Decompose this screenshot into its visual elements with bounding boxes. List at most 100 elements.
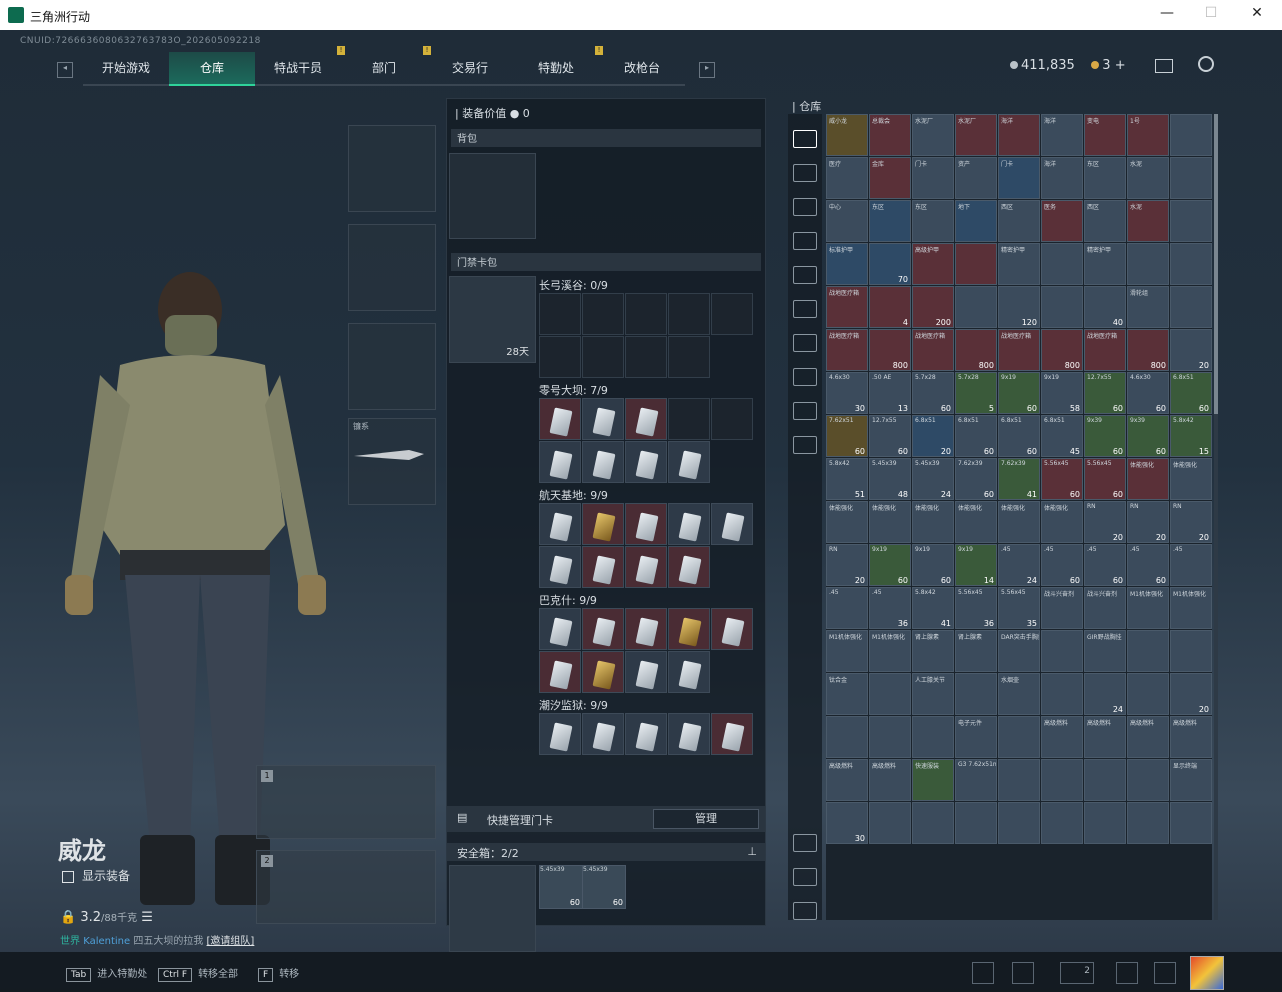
- warehouse-item[interactable]: 水泥: [1127, 200, 1169, 242]
- warehouse-item[interactable]: 西区: [1084, 200, 1126, 242]
- warehouse-item[interactable]: 战地医疗箱: [826, 329, 868, 371]
- warehouse-item[interactable]: 资产: [955, 157, 997, 199]
- warehouse-item[interactable]: .45 24: [998, 544, 1040, 586]
- warehouse-item[interactable]: 肾上腺素: [955, 630, 997, 672]
- warehouse-item[interactable]: 钛合金: [826, 673, 868, 715]
- warehouse-item[interactable]: .45 60: [1084, 544, 1126, 586]
- warehouse-item[interactable]: 体能强化: [955, 501, 997, 543]
- empty-card-slot[interactable]: [539, 293, 581, 335]
- minimize-button[interactable]: —: [1152, 5, 1182, 25]
- warehouse-item[interactable]: 4: [869, 286, 911, 328]
- warehouse-item[interactable]: 精密护甲: [1084, 243, 1126, 285]
- attachments-category-icon[interactable]: [793, 198, 817, 216]
- maximize-button[interactable]: ☐: [1196, 5, 1226, 25]
- warehouse-item[interactable]: 800: [1041, 329, 1083, 371]
- warehouse-item[interactable]: 800: [869, 329, 911, 371]
- keycard-item[interactable]: [625, 713, 667, 755]
- warehouse-item[interactable]: 9x39 60: [1084, 415, 1126, 457]
- keys-category-icon[interactable]: [793, 334, 817, 352]
- stats-icon[interactable]: [972, 962, 994, 984]
- ammo-item[interactable]: 5.45x39 60: [539, 865, 583, 909]
- warehouse-item[interactable]: 海洋: [1041, 157, 1083, 199]
- warehouse-item[interactable]: 威小龙: [826, 114, 868, 156]
- warehouse-item[interactable]: 高级护甲: [912, 243, 954, 285]
- warehouse-item[interactable]: 肾上腺素: [912, 630, 954, 672]
- warehouse-item[interactable]: 6.8x51 60: [998, 415, 1040, 457]
- warehouse-item[interactable]: 战地医疗箱: [912, 329, 954, 371]
- warehouse-item[interactable]: 西区: [998, 200, 1040, 242]
- ammo-item[interactable]: 5.45x39 60: [582, 865, 626, 909]
- warehouse-item[interactable]: 9x19 60: [912, 544, 954, 586]
- sort-icon[interactable]: [793, 834, 817, 852]
- keycard-item[interactable]: [668, 546, 710, 588]
- warehouse-item[interactable]: .45: [1170, 544, 1212, 586]
- keycard-item[interactable]: [539, 651, 581, 693]
- warehouse-item[interactable]: [1170, 114, 1212, 156]
- transfer-icon[interactable]: [793, 902, 817, 920]
- warehouse-item[interactable]: 高级燃料: [1170, 716, 1212, 758]
- warehouse-item[interactable]: RN 20: [1084, 501, 1126, 543]
- warehouse-item[interactable]: 东区: [869, 200, 911, 242]
- warehouse-item[interactable]: 5.45x39 24: [912, 458, 954, 500]
- keycard-item[interactable]: [668, 441, 710, 483]
- warehouse-item[interactable]: G3 7.62x51mm: [955, 759, 997, 801]
- tab-gunsmith[interactable]: 改枪台!: [595, 46, 685, 86]
- warehouse-item[interactable]: 体能强化: [1041, 501, 1083, 543]
- warehouse-item[interactable]: 水烟壶: [998, 673, 1040, 715]
- empty-card-slot[interactable]: [582, 336, 624, 378]
- empty-card-slot[interactable]: [625, 293, 667, 335]
- warehouse-item[interactable]: 医务: [1041, 200, 1083, 242]
- warehouse-item[interactable]: [1041, 243, 1083, 285]
- warehouse-scrollbar[interactable]: [1214, 114, 1218, 920]
- warehouse-item[interactable]: 5.8x42 41: [912, 587, 954, 629]
- warehouse-item[interactable]: [869, 802, 911, 844]
- warehouse-item[interactable]: 海洋: [998, 114, 1040, 156]
- warehouse-item[interactable]: [869, 673, 911, 715]
- keycard-item[interactable]: [539, 441, 581, 483]
- warehouse-item[interactable]: 战斗兴奋剂: [1084, 587, 1126, 629]
- keycard-item[interactable]: [625, 503, 667, 545]
- mail-icon[interactable]: [1155, 59, 1173, 73]
- warehouse-item[interactable]: 战地医疗箱: [998, 329, 1040, 371]
- warehouse-item[interactable]: 6.8x51 20: [912, 415, 954, 457]
- tab-warehouse[interactable]: 仓库: [169, 52, 255, 86]
- warehouse-item[interactable]: [1170, 802, 1212, 844]
- tab-start-game[interactable]: 开始游戏: [83, 52, 169, 86]
- warehouse-item[interactable]: 20: [1170, 673, 1212, 715]
- warehouse-item[interactable]: 12.7x55 60: [869, 415, 911, 457]
- warehouse-item[interactable]: 30: [826, 802, 868, 844]
- warehouse-item[interactable]: [998, 802, 1040, 844]
- squad-icon[interactable]: 2: [1060, 962, 1094, 984]
- warehouse-item[interactable]: 地下: [955, 200, 997, 242]
- warehouse-item[interactable]: 7.62x39 60: [955, 458, 997, 500]
- keycard-item[interactable]: [582, 608, 624, 650]
- warehouse-item[interactable]: GIR野战胸挂: [1084, 630, 1126, 672]
- warehouse-item[interactable]: 800: [955, 329, 997, 371]
- helmet-slot[interactable]: [348, 125, 436, 212]
- warehouse-item[interactable]: 体能强化: [912, 501, 954, 543]
- warehouse-item[interactable]: 7.62x51 60: [826, 415, 868, 457]
- keycard-item[interactable]: [539, 503, 581, 545]
- empty-card-slot[interactable]: [711, 293, 753, 335]
- settings-gear-icon[interactable]: [1198, 56, 1214, 72]
- warehouse-item[interactable]: 5.56x45 35: [998, 587, 1040, 629]
- warehouse-item[interactable]: DAR突击手胸挂: [998, 630, 1040, 672]
- keycard-item[interactable]: [582, 441, 624, 483]
- warehouse-item[interactable]: 800: [1127, 329, 1169, 371]
- warehouse-item[interactable]: 体能强化: [998, 501, 1040, 543]
- primary-weapon-slot[interactable]: 1: [256, 765, 436, 839]
- warehouse-item[interactable]: RN 20: [826, 544, 868, 586]
- warehouse-item[interactable]: [1084, 802, 1126, 844]
- warehouse-item[interactable]: 体能强化: [1127, 458, 1169, 500]
- warehouse-item[interactable]: [912, 802, 954, 844]
- close-button[interactable]: ✕: [1242, 5, 1272, 25]
- warehouse-item[interactable]: 高级燃料: [869, 759, 911, 801]
- warehouse-item[interactable]: 体能强化: [869, 501, 911, 543]
- warehouse-item[interactable]: 5.56x45 36: [955, 587, 997, 629]
- safebox-slot[interactable]: [449, 865, 536, 952]
- warehouse-item[interactable]: 9x19 60: [869, 544, 911, 586]
- tab-department[interactable]: 部门: [341, 52, 427, 86]
- warehouse-item[interactable]: M1机体强化: [1127, 587, 1169, 629]
- warehouse-item[interactable]: 变电: [1084, 114, 1126, 156]
- warehouse-item[interactable]: 精密护甲: [998, 243, 1040, 285]
